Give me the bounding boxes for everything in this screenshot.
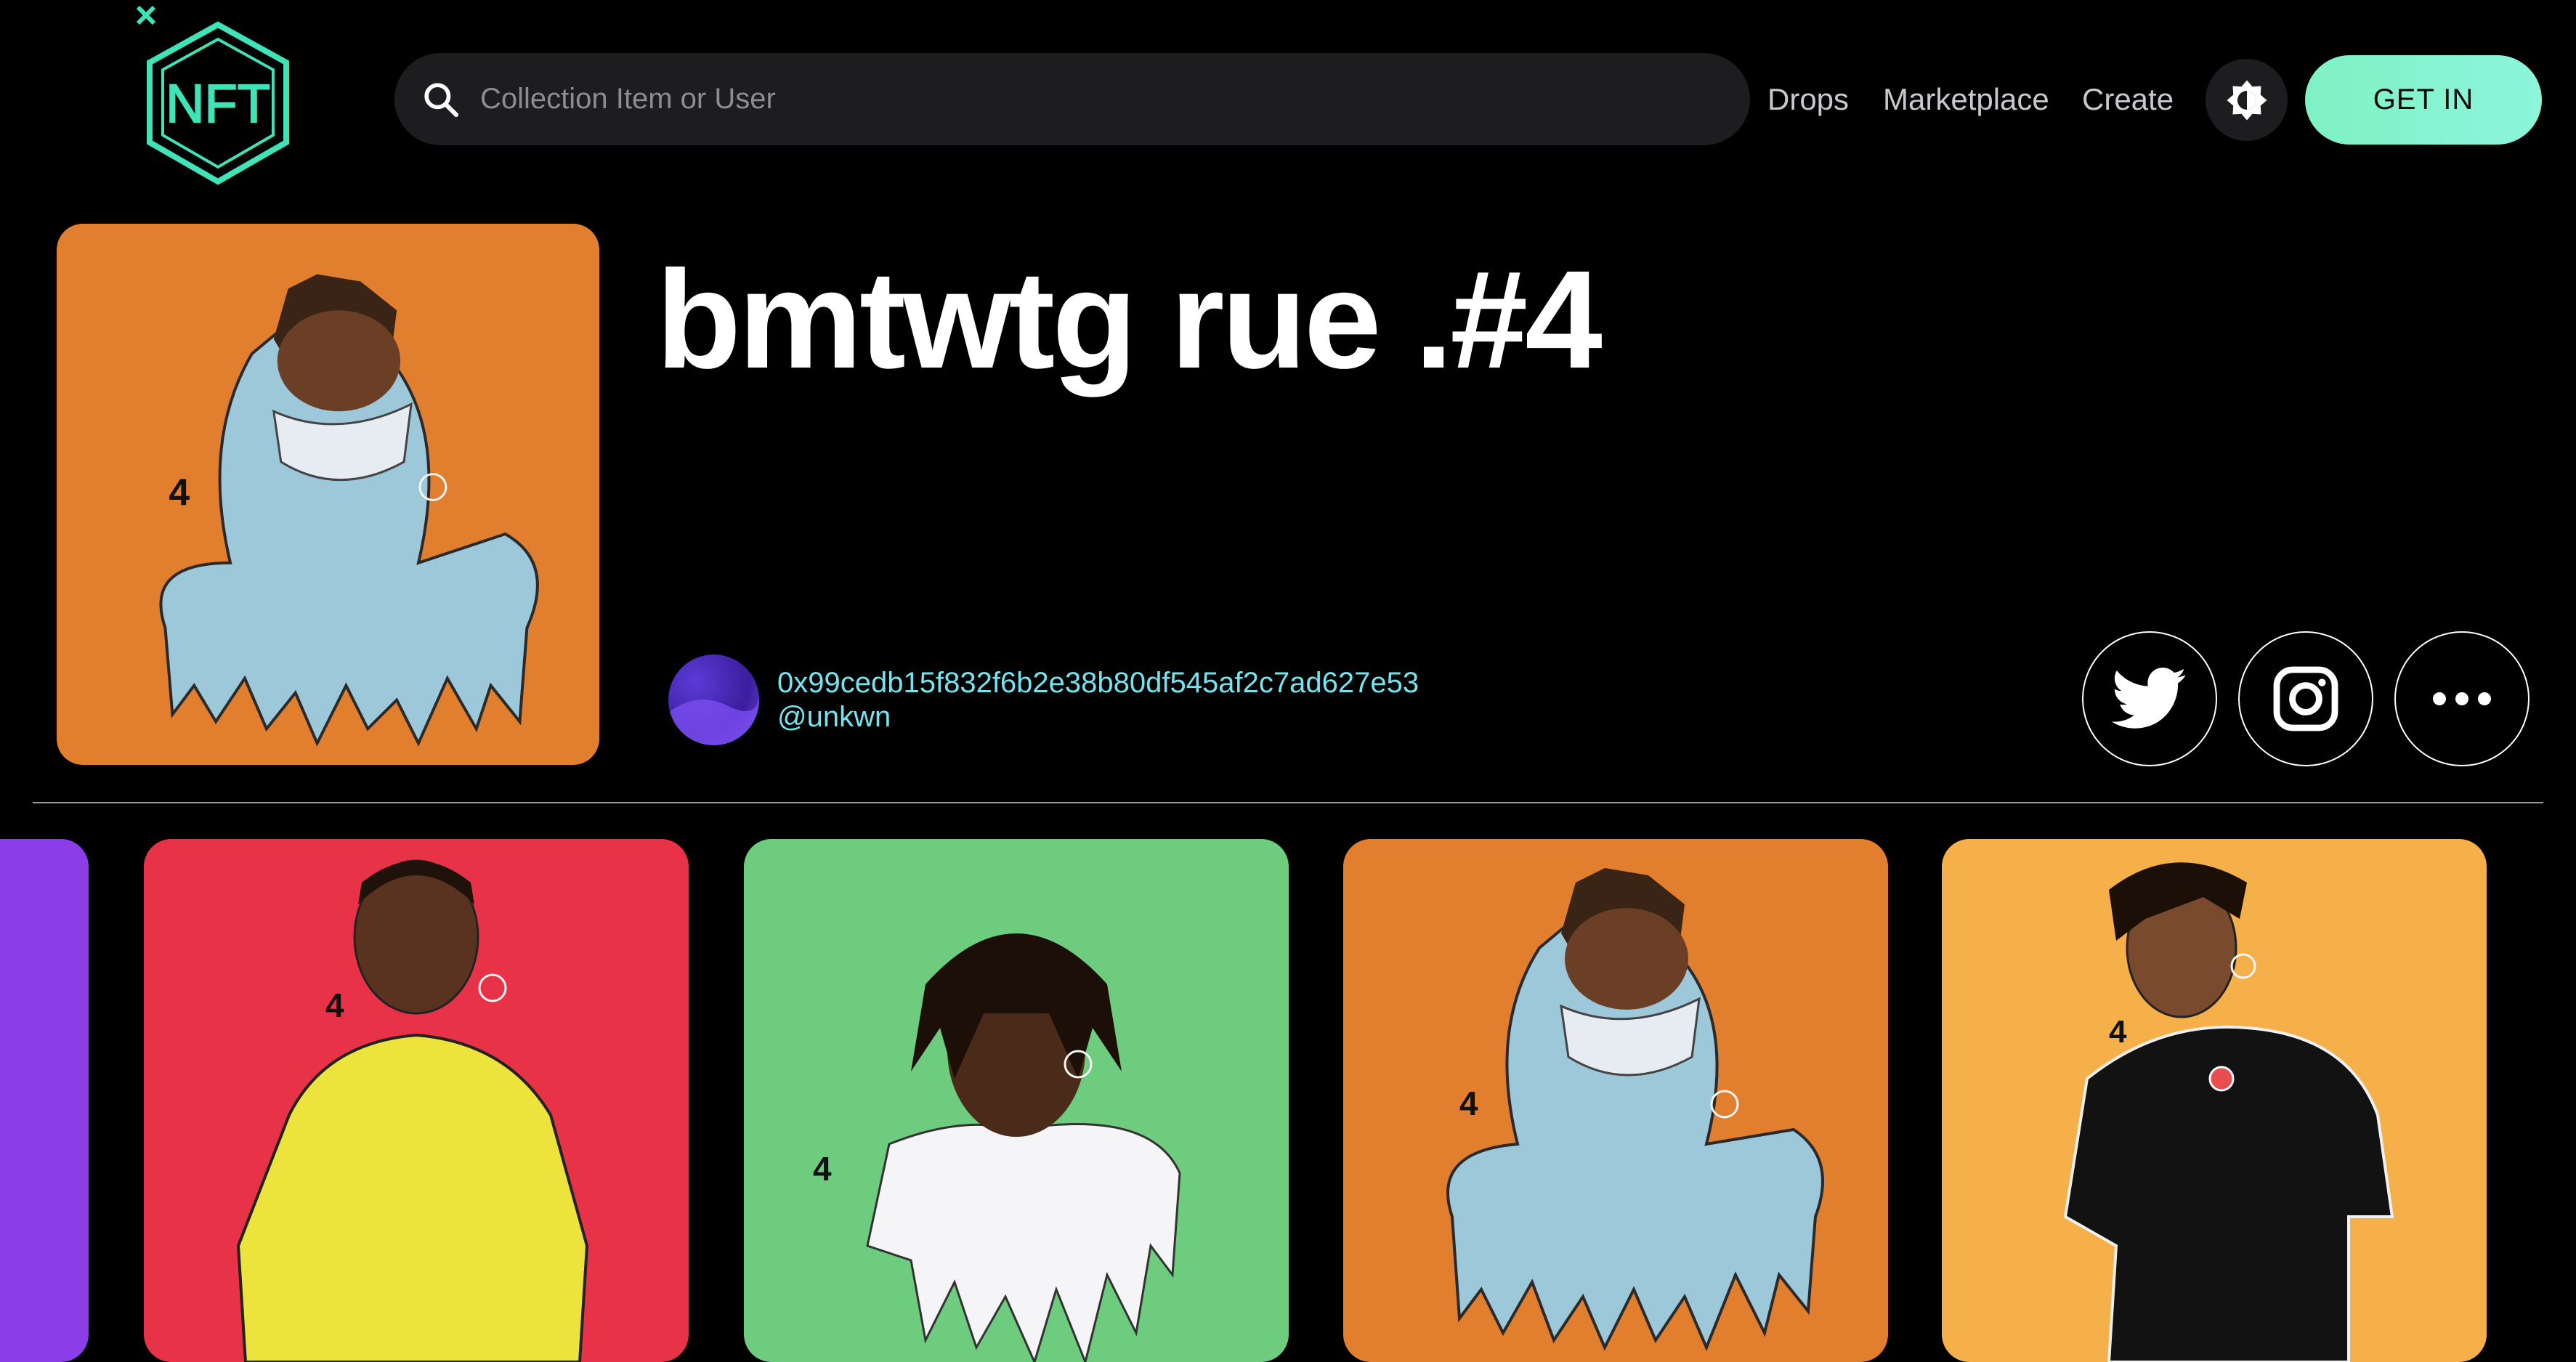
nav-marketplace[interactable]: Marketplace: [1883, 78, 2049, 121]
logo-text: NFT: [166, 73, 270, 134]
item-title: bmtwtg rue .#4: [656, 241, 1603, 397]
owner-avatar[interactable]: [668, 654, 759, 745]
svg-text:4: 4: [813, 1150, 832, 1188]
search-bar[interactable]: [394, 52, 1750, 146]
svg-text:4: 4: [2109, 1014, 2127, 1050]
nft-artwork: 4: [57, 224, 599, 765]
nft-card-purple[interactable]: [0, 839, 89, 1362]
svg-text:4: 4: [325, 986, 344, 1024]
twitter-button[interactable]: [2082, 631, 2217, 766]
get-in-button[interactable]: GET IN: [2305, 55, 2542, 145]
more-icon: [2433, 692, 2491, 705]
instagram-icon: [2273, 666, 2338, 731]
twitter-icon: [2112, 668, 2187, 729]
nft-card-yellow[interactable]: 4: [1942, 839, 2487, 1362]
nft-card-green[interactable]: 4: [744, 839, 1289, 1362]
search-input[interactable]: [479, 52, 1750, 146]
brightness-icon: [2227, 80, 2267, 120]
theme-toggle-button[interactable]: [2206, 59, 2288, 141]
section-divider: [33, 802, 2543, 803]
nft-card-orange[interactable]: 4: [1343, 839, 1888, 1362]
nft-card-red[interactable]: 4: [144, 839, 689, 1362]
search-icon: [424, 82, 459, 117]
nav-drops[interactable]: Drops: [1767, 78, 1849, 121]
nav-create[interactable]: Create: [2082, 78, 2174, 121]
owner-handle-link[interactable]: @unkwn: [777, 701, 891, 734]
instagram-button[interactable]: [2238, 631, 2373, 766]
nft-logo[interactable]: NFT: [131, 4, 305, 187]
more-options-button[interactable]: [2394, 631, 2530, 766]
svg-text:4: 4: [1459, 1085, 1478, 1122]
owner-address-link[interactable]: 0x99cedb15f832f6b2e38b80df545af2c7ad627e…: [777, 667, 1419, 700]
svg-text:4: 4: [169, 471, 190, 513]
